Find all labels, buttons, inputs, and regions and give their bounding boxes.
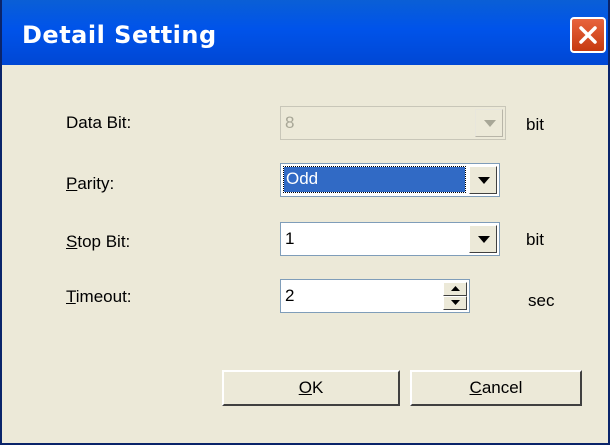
timeout-decrement-button[interactable]: [443, 296, 467, 310]
cancel-button[interactable]: Cancel: [410, 370, 582, 406]
close-x-icon: [579, 26, 597, 44]
timeout-value: 2: [285, 286, 295, 305]
timeout-increment-button[interactable]: [443, 282, 467, 296]
timeout-spinbox[interactable]: 2: [280, 279, 470, 313]
timeout-unit: sec: [528, 291, 555, 310]
stop-bit-value: 1: [285, 229, 295, 248]
data-bit-unit: bit: [526, 115, 544, 134]
title-bar[interactable]: Detail Setting: [2, 0, 608, 65]
data-bit-label: Data Bit:: [66, 113, 132, 132]
parity-dropdown-button[interactable]: [469, 166, 497, 194]
chevron-down-icon: [478, 236, 490, 243]
stop-bit-combobox[interactable]: 1: [280, 222, 500, 256]
chevron-down-icon: [484, 120, 496, 127]
parity-label: Parity:: [66, 174, 115, 193]
parity-combobox[interactable]: Odd: [280, 163, 500, 197]
arrow-down-icon: [451, 300, 460, 305]
close-button[interactable]: [570, 17, 606, 53]
data-bit-value: 8: [285, 113, 295, 132]
timeout-label: Timeout:: [66, 287, 132, 306]
detail-setting-dialog: Detail Setting Data Bit: 8 bit Parity: O…: [0, 0, 610, 445]
stop-bit-label: Stop Bit:: [66, 232, 131, 251]
ok-button[interactable]: OK: [222, 370, 400, 406]
window-title: Detail Setting: [22, 21, 217, 49]
parity-value: Odd: [283, 166, 466, 193]
arrow-up-icon: [451, 286, 460, 291]
chevron-down-icon: [478, 177, 490, 184]
stop-bit-unit: bit: [526, 230, 544, 249]
data-bit-dropdown-button: [475, 109, 503, 137]
data-bit-combobox: 8: [280, 106, 506, 140]
stop-bit-dropdown-button[interactable]: [469, 225, 497, 253]
